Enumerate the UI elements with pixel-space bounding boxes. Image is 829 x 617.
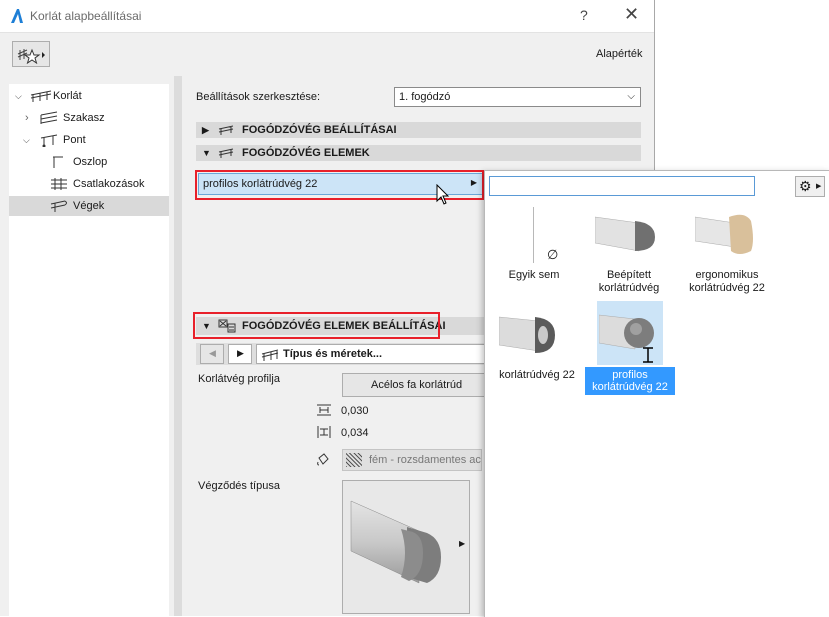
- settings-edit-value: 1. fogódzó: [399, 91, 451, 103]
- chooser-item-label: korlátrúdvég 22: [689, 282, 765, 294]
- next-arrow-icon: ▶: [237, 348, 244, 358]
- segment-icon: [40, 111, 58, 124]
- options-button[interactable]: ⚙ ▶: [795, 176, 825, 197]
- profile-value: Acélos fa korlátrúd: [371, 379, 463, 391]
- tree-item-label: Pont: [63, 134, 86, 146]
- none-divider: [533, 207, 534, 263]
- chevron-down-icon: ⌵: [627, 91, 635, 102]
- default-label: Alapérték: [596, 48, 643, 60]
- chooser-item-label: ergonomikus: [695, 269, 759, 281]
- railing-icon: [218, 148, 234, 158]
- favorites-icon: [17, 48, 45, 64]
- section-title: FOGÓDZÓVÉG ELEMEK: [242, 147, 370, 159]
- end-type-preview-button[interactable]: ▶: [342, 480, 470, 614]
- material-swatch: [346, 453, 362, 467]
- prev-arrow-icon: ◀: [209, 348, 216, 358]
- tree-item-pont[interactable]: ⌵ Pont: [9, 130, 169, 150]
- dimension-value-2[interactable]: 0,034: [341, 427, 369, 439]
- chooser-item-profiled[interactable]: profilos korlátrúdvég 22: [585, 301, 675, 395]
- chevron-right-icon[interactable]: ›: [25, 108, 29, 128]
- settings-tree: ⌵ Korlát › Szakasz ⌵ Pont Oszlop Csatlak…: [9, 84, 169, 616]
- gear-icon: ⚙: [799, 178, 812, 194]
- tree-item-label: Szakasz: [63, 112, 105, 124]
- tree-item-label: Csatlakozások: [73, 178, 145, 190]
- expand-arrow-icon: ▶: [202, 125, 209, 135]
- height-icon: [317, 426, 331, 438]
- nav-bar: ◀ ▶ Típus és méretek...: [196, 343, 496, 365]
- paint-bucket-icon: [317, 453, 329, 466]
- chooser-item-none[interactable]: ∅ Egyik sem: [489, 207, 579, 291]
- title-bar: Korlát alapbeállításai ? ✕: [0, 0, 654, 33]
- section-end-elements[interactable]: ▼ FOGÓDZÓVÉG ELEMEK: [196, 145, 641, 161]
- connection-icon: [51, 178, 67, 190]
- panel-splitter[interactable]: [174, 76, 182, 616]
- settings-edit-label: Beállítások szerkesztése:: [196, 91, 321, 103]
- next-button[interactable]: ▶: [228, 344, 252, 364]
- railing-icon: [218, 125, 234, 135]
- railing-end-preview-icon: [350, 500, 441, 584]
- tree-item-label: Végek: [73, 200, 105, 212]
- mouse-cursor-icon: [436, 184, 450, 205]
- tree-item-label: Oszlop: [73, 156, 108, 168]
- none-symbol-icon: ∅: [547, 247, 559, 262]
- post-icon: [53, 156, 63, 168]
- profile-button[interactable]: Acélos fa korlátrúd: [342, 373, 502, 397]
- chevron-down-icon[interactable]: ⌵: [23, 130, 30, 150]
- app-logo-icon: [11, 9, 23, 23]
- chooser-item-label: Beépített: [606, 269, 652, 281]
- chevron-down-icon[interactable]: ⌵: [15, 86, 22, 106]
- highlight-box-settings: [193, 312, 440, 339]
- tree-item-csatlakozasok[interactable]: Csatlakozások: [9, 174, 169, 194]
- section-end-settings[interactable]: ▶ FOGÓDZÓVÉG BEÁLLÍTÁSAI: [196, 122, 641, 138]
- favorites-button[interactable]: [12, 41, 50, 67]
- expand-arrow-icon: ▶: [459, 539, 466, 548]
- collapse-arrow-icon: ▼: [202, 148, 211, 158]
- tree-item-korlat[interactable]: ⌵ Korlát: [9, 86, 169, 106]
- chooser-item-label: korlátrúdvég: [598, 282, 660, 294]
- railing-end-thumb-icon: [595, 216, 655, 252]
- tree-item-label: Korlát: [53, 90, 82, 102]
- search-input[interactable]: [489, 176, 755, 196]
- chooser-item-label: korlátrúdvég 22: [499, 369, 575, 381]
- settings-edit-select[interactable]: 1. fogódzó ⌵: [394, 87, 641, 107]
- chooser-item-builtin[interactable]: Beépített korlátrúdvég: [583, 207, 675, 297]
- node-icon: [40, 134, 58, 147]
- chooser-item-ergonomic[interactable]: ergonomikus korlátrúdvég 22: [677, 207, 777, 297]
- help-button[interactable]: ?: [580, 7, 588, 23]
- railing-end-icon: [50, 200, 67, 212]
- close-button[interactable]: ✕: [624, 4, 639, 25]
- element-chooser-popup: ⚙ ▶ ∅ Egyik sem Beépített korlátrúdvég e…: [484, 170, 829, 617]
- tree-item-szakasz[interactable]: › Szakasz: [9, 108, 169, 128]
- chooser-item-label: Egyik sem: [508, 269, 560, 281]
- type-sizes-tab[interactable]: Típus és méretek...: [256, 344, 496, 364]
- text-cursor-icon: [643, 347, 653, 363]
- previous-button[interactable]: ◀: [200, 344, 224, 364]
- railing-end-thumb-icon: [695, 214, 753, 254]
- chooser-item-railing-end-22[interactable]: korlátrúdvég 22: [489, 301, 585, 385]
- dimension-value-1[interactable]: 0,030: [341, 405, 369, 417]
- expand-arrow-icon: ▶: [816, 183, 822, 190]
- railing-end-thumb-icon: [499, 316, 555, 353]
- width-icon: [317, 404, 331, 416]
- railing-icon: [30, 90, 52, 102]
- material-button[interactable]: fém - rozsdamentes ac: [342, 449, 482, 471]
- type-sizes-label: Típus és méretek...: [283, 348, 383, 360]
- section-title: FOGÓDZÓVÉG BEÁLLÍTÁSAI: [242, 124, 397, 136]
- tree-item-oszlop[interactable]: Oszlop: [9, 152, 169, 172]
- window-title: Korlát alapbeállításai: [30, 9, 142, 23]
- railing-icon: [261, 349, 279, 361]
- material-value: fém - rozsdamentes ac: [369, 454, 481, 466]
- profile-label: Korlátvég profilja: [198, 373, 280, 385]
- chooser-item-label: korlátrúdvég 22: [592, 381, 668, 393]
- end-type-label: Végződés típusa: [198, 480, 280, 492]
- tree-item-vegek[interactable]: Végek: [9, 196, 169, 216]
